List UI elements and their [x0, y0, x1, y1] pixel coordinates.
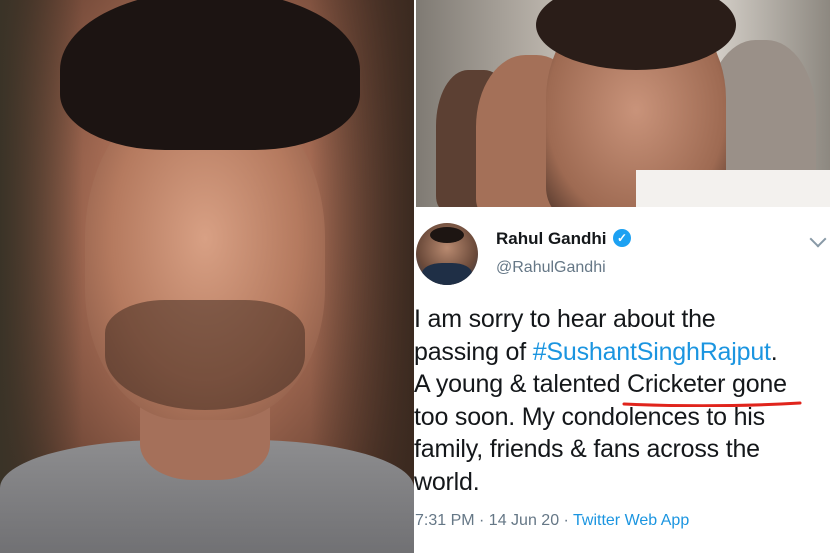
chevron-down-icon[interactable]	[809, 230, 827, 248]
tweet-line-suffix: .	[770, 337, 778, 366]
tweet-meta: 7:31 PM · 14 Jun 20 · Twitter Web App	[415, 512, 689, 530]
tweet-line: A young & talented Cricketer gone	[414, 370, 787, 398]
red-underline-annotation	[622, 401, 802, 407]
tweet-line: world.	[414, 467, 480, 496]
tweet-line: passing of #SushantSinghRajput.	[414, 336, 828, 369]
tweet-timestamp[interactable]: 7:31 PM · 14 Jun 20 ·	[415, 512, 573, 529]
right-top-photo	[416, 0, 830, 207]
avatar[interactable]	[416, 223, 478, 285]
tweet-source-app[interactable]: Twitter Web App	[573, 512, 689, 529]
left-portrait-photo	[0, 0, 414, 553]
verified-badge-icon: ✓	[613, 229, 631, 247]
tweet-author-handle[interactable]: @RahulGandhi	[496, 259, 606, 277]
tweet-author-name[interactable]: Rahul Gandhi	[496, 229, 607, 249]
tweet-card: Rahul Gandhi ✓ @RahulGandhi I am sorry t…	[414, 207, 830, 553]
tweet-line-text: passing of	[414, 337, 533, 366]
tweet-line: family, friends & fans across the	[414, 435, 760, 463]
tweet-line: I am sorry to hear about the	[414, 305, 716, 333]
hashtag-link[interactable]: #SushantSinghRajput	[533, 338, 771, 366]
